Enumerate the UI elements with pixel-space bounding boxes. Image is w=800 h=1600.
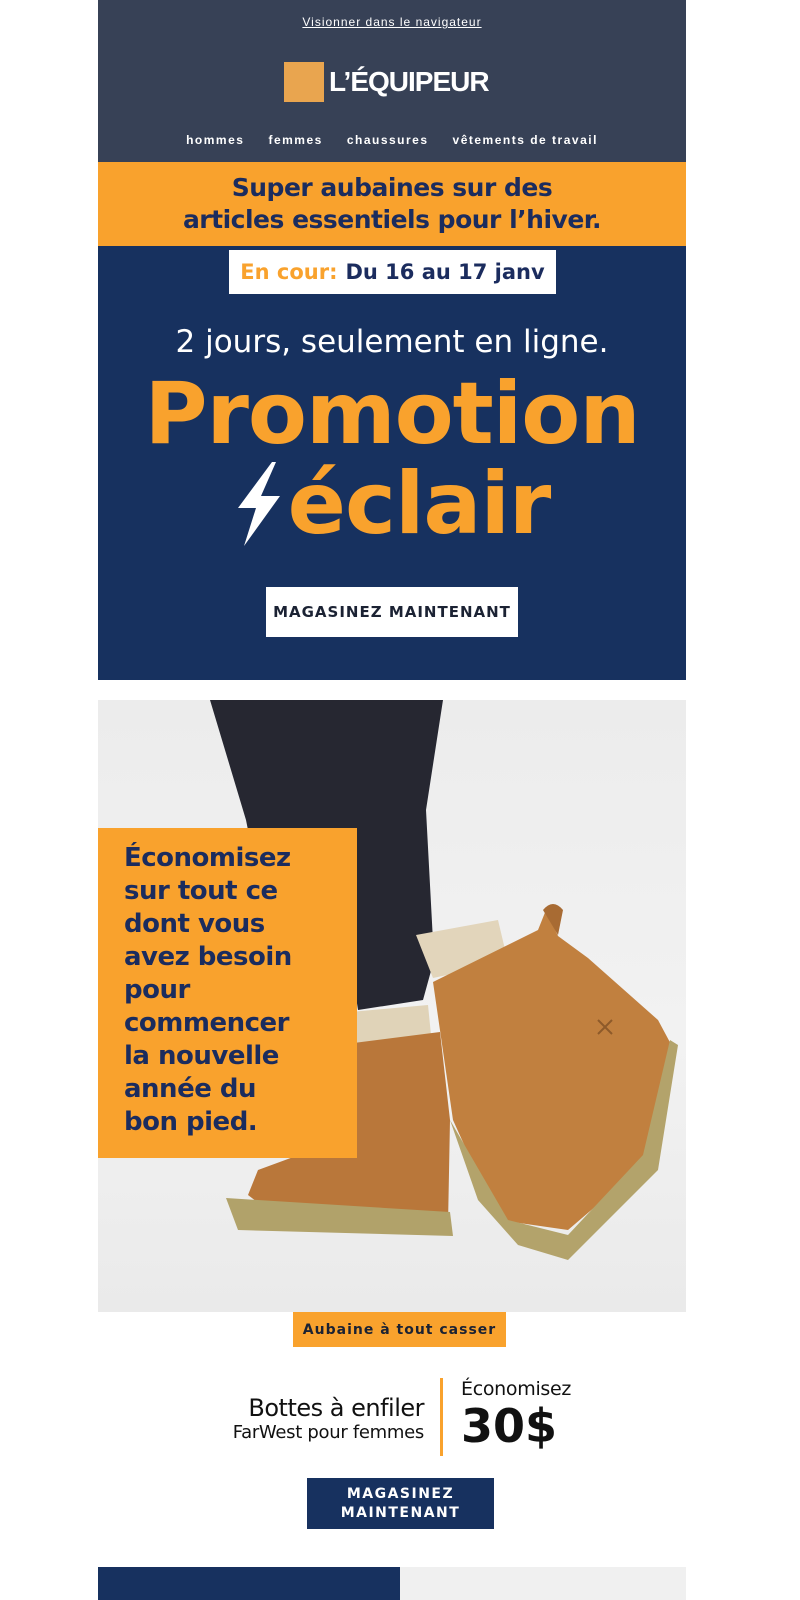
hero-text-box: Économisez sur tout ce dont vous avez be…: [98, 828, 357, 1158]
sale-dates-range: Du 16 au 17 janv: [345, 260, 545, 284]
hero-text: Économisez sur tout ce dont vous avez be…: [124, 843, 292, 1137]
hero-boots-image[interactable]: Économisez sur tout ce dont vous avez be…: [98, 700, 686, 1312]
brand-logo[interactable]: L’ÉQUIPEUR: [284, 62, 490, 102]
banner-line-2: articles essentiels pour l’hiver.: [182, 205, 602, 234]
product-name-block: Bottes à enfiler FarWest pour femmes: [232, 1394, 425, 1443]
email-header: Visionner dans le navigateur L’ÉQUIPEUR …: [98, 0, 686, 162]
lightning-bolt-icon: [237, 462, 280, 546]
next-section-navy-block: [98, 1567, 400, 1600]
nav-item-chaussures[interactable]: chaussures: [347, 133, 429, 147]
flash-sale-section[interactable]: En cour: Du 16 au 17 janv 2 jours, seule…: [98, 246, 686, 680]
savings-label: Économisez: [461, 1378, 572, 1400]
savings-amount: 30$: [461, 1399, 558, 1453]
sale-dates-prefix: En cour:: [240, 260, 338, 284]
product-subtitle: FarWest pour femmes: [232, 1422, 425, 1443]
promo-title-eclair: éclair: [287, 454, 552, 554]
product-cta-line-1: MAGASINEZ: [346, 1485, 455, 1502]
view-in-browser-link[interactable]: Visionner dans le navigateur: [98, 15, 686, 29]
product-divider: [440, 1378, 443, 1456]
shop-now-button[interactable]: MAGASINEZ MAINTENANT: [266, 587, 518, 637]
product-cta-line-2: MAINTENANT: [340, 1504, 461, 1521]
product-shop-now-button[interactable]: MAGASINEZ MAINTENANT: [307, 1478, 494, 1529]
next-section-grey-block: [400, 1567, 686, 1600]
logo-square-icon: [284, 62, 324, 102]
product-name[interactable]: Bottes à enfiler: [233, 1394, 424, 1422]
sale-dates-box: En cour: Du 16 au 17 janv: [229, 250, 556, 294]
nav-item-vetements-de-travail[interactable]: vêtements de travail: [453, 133, 598, 147]
promo-title-promotion: Promotion: [144, 364, 640, 464]
promo-subtitle: 2 jours, seulement en ligne.: [175, 324, 609, 360]
deal-badge: Aubaine à tout casser: [293, 1312, 506, 1347]
nav-item-femmes[interactable]: femmes: [268, 133, 322, 147]
winter-deals-banner: Super aubaines sur des articles essentie…: [98, 162, 686, 246]
savings-block: Économisez 30$: [461, 1378, 571, 1452]
main-nav: hommes femmes chaussures vêtements de tr…: [98, 133, 686, 147]
promo-title-row: éclair: [98, 454, 686, 554]
product-block: Bottes à enfiler FarWest pour femmes Éco…: [0, 1378, 800, 1458]
logo-text: L’ÉQUIPEUR: [329, 66, 490, 97]
banner-line-1: Super aubaines sur des: [231, 173, 553, 202]
nav-item-hommes[interactable]: hommes: [186, 133, 244, 147]
